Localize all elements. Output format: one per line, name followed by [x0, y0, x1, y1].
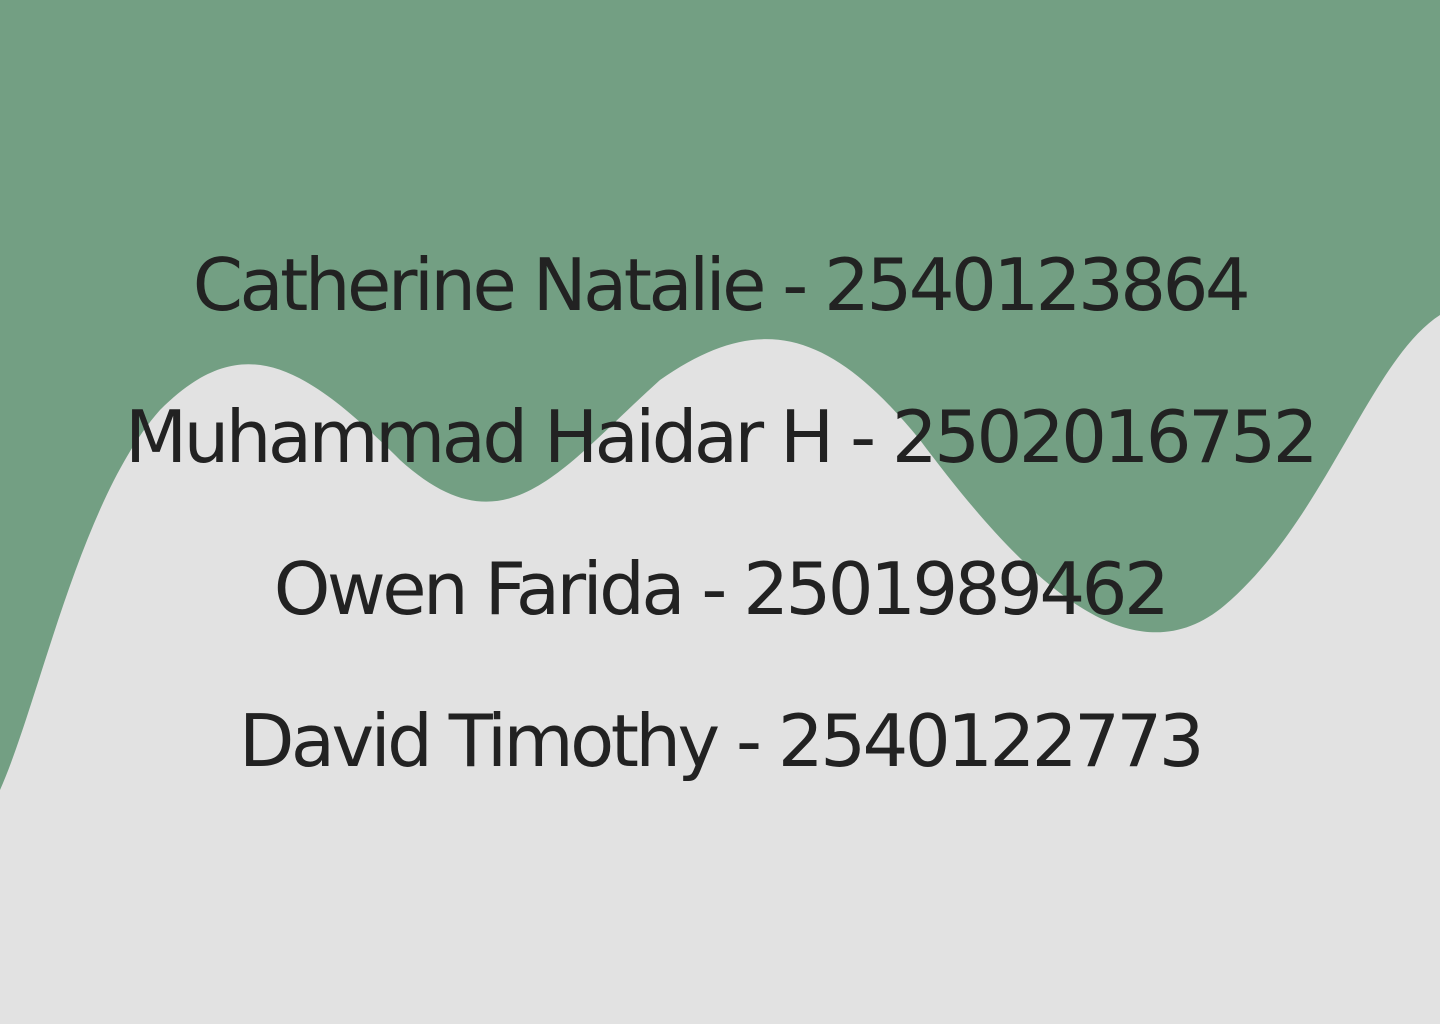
- member-entry-2: Muhammad Haidar H - 2502016752: [124, 395, 1319, 479]
- member-list: Catherine Natalie - 2540123864 Muhammad …: [0, 0, 1440, 1024]
- member-entry-1: Catherine Natalie - 2540123864: [192, 243, 1251, 327]
- member-entry-3: Owen Farida - 2501989462: [273, 547, 1170, 631]
- member-entry-4: David Timothy - 2540122773: [238, 699, 1205, 783]
